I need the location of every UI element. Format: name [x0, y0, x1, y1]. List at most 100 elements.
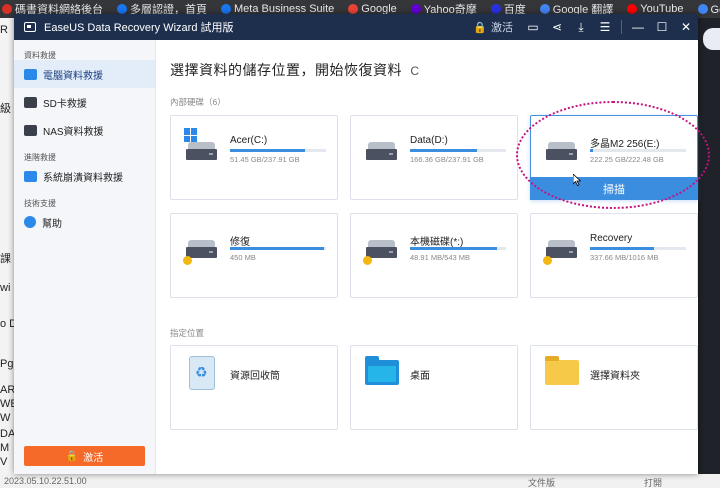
background-taskbar: 2023.05.10.22.51.00 文件版 打開	[0, 474, 720, 488]
drive-name: Recovery	[590, 233, 633, 244]
drive-card[interactable]: 修復 450 MB	[170, 213, 338, 298]
usage-bar	[590, 247, 686, 250]
drives-section-label: 內部硬碟（6）	[170, 97, 226, 107]
share-icon[interactable]: ⋖	[545, 14, 569, 40]
menu-icon[interactable]: ☰	[593, 14, 617, 40]
desktop-folder-icon	[365, 356, 399, 385]
bookmark-favicon-icon	[627, 4, 638, 14]
background-text-fragment: AR	[0, 384, 14, 396]
location-card[interactable]: 桌面	[350, 345, 518, 430]
help-icon	[24, 216, 36, 228]
windows-logo-pane	[184, 128, 190, 135]
activate-link-label: 激活	[491, 22, 513, 34]
drive-icon-led	[389, 251, 393, 253]
background-text-fragment: R	[0, 24, 8, 36]
usage-bar-fill	[230, 247, 325, 250]
sidebar-item[interactable]: SD卡救援	[14, 88, 155, 116]
hard-drive-icon	[186, 142, 217, 160]
lock-icon: 🔒	[473, 21, 487, 34]
usage-bar	[230, 247, 326, 250]
background-text-fragment: o D	[0, 318, 14, 330]
drive-card[interactable]: 本機磁碟(*:) 48.91 MB/543 MB	[350, 213, 518, 298]
activate-link[interactable]: 🔒 激活	[473, 19, 513, 35]
sidebar-item-label: 幫助	[42, 218, 62, 230]
bookmark-favicon-icon	[221, 4, 231, 14]
minimize-icon[interactable]: —	[626, 14, 650, 40]
titlebar-divider	[621, 20, 622, 34]
location-card[interactable]: 資源回收筒	[170, 345, 338, 430]
refresh-icon[interactable]: C	[410, 64, 419, 78]
avatar	[703, 28, 720, 50]
lock-badge-icon	[543, 256, 552, 265]
taskbar-text: 文件版	[528, 478, 556, 488]
windows-logo-pane	[191, 128, 197, 135]
windows-logo-icon	[184, 128, 198, 142]
bookmark-favicon-icon	[539, 4, 550, 14]
drive-size: 450 MB	[230, 253, 256, 262]
drive-size: 48.91 MB/543 MB	[410, 253, 471, 262]
background-page-right	[698, 18, 720, 488]
close-icon[interactable]: ✕	[674, 14, 698, 40]
drive-name: 本機磁碟(*:)	[410, 237, 464, 248]
location-label: 選擇資料夾	[590, 371, 640, 382]
feedback-icon[interactable]: ▭	[521, 14, 545, 40]
background-text-fragment: W F	[0, 412, 14, 424]
hard-drive-icon	[366, 240, 397, 258]
sidebar-item[interactable]: 系統崩潰資料救援	[14, 162, 155, 190]
drive-icon-led	[389, 153, 393, 155]
usage-bar	[410, 247, 506, 250]
drive-card[interactable]: Recovery 337.66 MB/1016 MB	[530, 213, 698, 298]
usage-bar-fill	[230, 149, 305, 152]
usage-bar	[410, 149, 506, 152]
download-icon[interactable]: ⤓	[569, 14, 593, 40]
sidebar-item-label: 系統崩潰資料救援	[43, 172, 123, 184]
section-label-advanced: 進階救援	[24, 153, 56, 162]
background-text-fragment: wi	[0, 282, 11, 294]
sidebar: 資料救援 電腦資料救援 SD卡救援 NAS資料救援 進階救援 系統崩潰資料救援 技術…	[14, 40, 156, 474]
taskbar-text: 打開	[644, 478, 663, 488]
monitor-icon	[24, 68, 37, 80]
bookmark-label: Google 日曆 - 202	[710, 4, 720, 16]
bookmark-favicon-icon	[348, 4, 359, 14]
activate-button-label: 激活	[83, 452, 104, 464]
sidebar-item[interactable]: NAS資料救援	[14, 116, 155, 144]
sidebar-item-label: 電腦資料救援	[43, 70, 103, 82]
taskbar-text: 2023.05.10.22.51.00	[4, 476, 87, 486]
location-card[interactable]: 選擇資料夾	[530, 345, 698, 430]
sidebar-item-label: SD卡救援	[43, 98, 87, 110]
sidebar-item[interactable]: 電腦資料救援	[14, 60, 155, 88]
activate-button[interactable]: 🔒 激活	[24, 446, 145, 466]
lock-icon: 🔒	[65, 450, 79, 462]
sdcard-icon	[24, 96, 37, 108]
title-bar: EaseUS Data Recovery Wizard 試用版 🔒 激活 ▭ ⋖ ⤓…	[14, 14, 698, 40]
drive-size: 337.66 MB/1016 MB	[590, 253, 659, 262]
usage-bar-fill	[410, 149, 478, 152]
drive-name: 修復	[230, 237, 250, 248]
drive-icon-led	[209, 251, 213, 253]
sidebar-item[interactable]: 幫助	[14, 208, 155, 236]
locations-section-label: 指定位置	[170, 328, 205, 338]
nas-icon	[24, 124, 37, 136]
location-label: 桌面	[410, 371, 430, 382]
bookmark-item[interactable]: Google 日曆 - 202	[697, 1, 720, 17]
annotation-ellipse	[516, 101, 710, 209]
background-text-fragment: 課	[0, 253, 11, 265]
maximize-icon[interactable]: ☐	[650, 14, 674, 40]
background-text-fragment: DA	[0, 428, 14, 440]
page-title-text: 選擇資料的儲存位置，開始恢復資料	[170, 62, 402, 78]
bookmark-favicon-icon	[117, 4, 127, 14]
drive-size: 166.36 GB/237.91 GB	[410, 155, 484, 164]
drive-card[interactable]: Acer(C:) 51.45 GB/237.91 GB	[170, 115, 338, 200]
drive-card[interactable]: Data(D:) 166.36 GB/237.91 GB	[350, 115, 518, 200]
window-title: EaseUS Data Recovery Wizard 試用版	[44, 22, 234, 34]
title-actions: 🔒 激活 ▭ ⋖ ⤓ ☰ — ☐ ✕	[473, 14, 698, 40]
recycle-bin-icon	[189, 356, 215, 390]
drive-size: 51.45 GB/237.91 GB	[230, 155, 300, 164]
usage-bar-fill	[410, 247, 498, 250]
bookmark-favicon-icon	[697, 4, 708, 14]
background-text-fragment: V	[0, 456, 8, 468]
app-logo-icon	[24, 22, 36, 32]
drive-name: Acer(C:)	[230, 135, 268, 146]
usage-bar-fill	[590, 247, 655, 250]
background-page-left: R 級課 wi o D Pg AR WE W F DA MV	[0, 18, 14, 488]
